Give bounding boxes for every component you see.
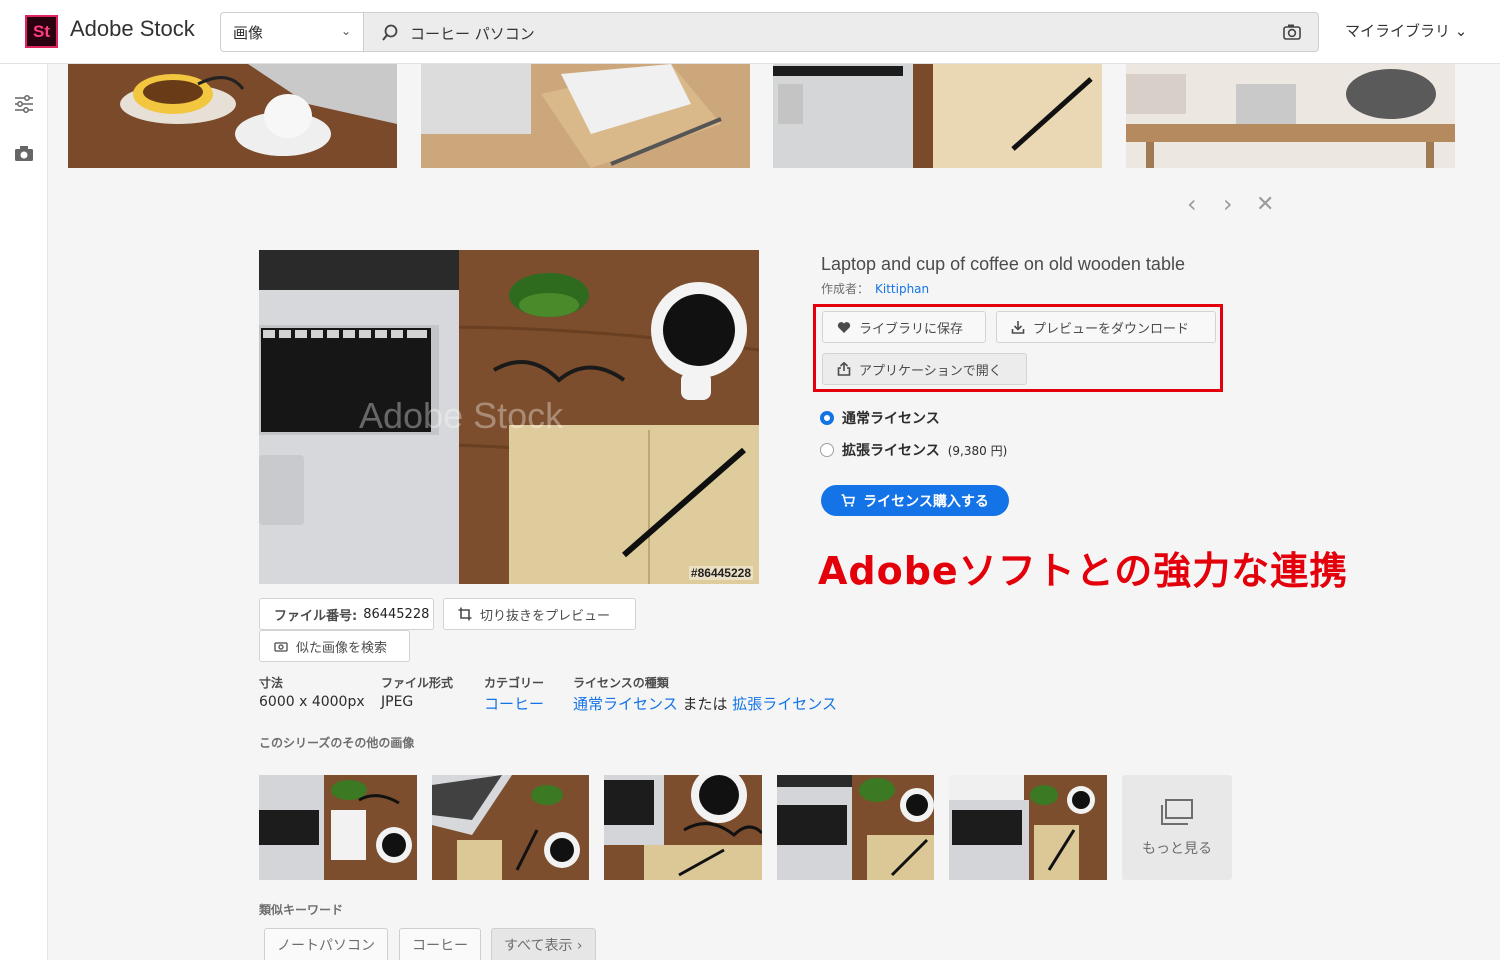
find-similar-button[interactable]: 似た画像を検索 xyxy=(259,630,410,662)
size-value: 6000 x 4000px xyxy=(259,694,365,710)
find-similar-label: 似た画像を検索 xyxy=(296,640,388,656)
series-thumbnail[interactable] xyxy=(432,775,589,880)
crop-preview-label: 切り抜きをプレビュー xyxy=(480,608,611,624)
file-number-value: 86445228 xyxy=(363,606,430,622)
author-row: 作成者： Kittiphan xyxy=(821,280,929,297)
main-preview-image[interactable]: Adobe Stock #86445228 xyxy=(259,250,759,584)
license-standard-link[interactable]: 通常ライセンス xyxy=(573,695,678,713)
file-number-box: ファイル番号: 86445228 xyxy=(259,598,434,630)
adobe-stock-logo[interactable]: St xyxy=(25,15,58,48)
license-type-label: ライセンスの種類 xyxy=(573,676,669,690)
license-extended-option[interactable]: 拡張ライセンス (9,380 円) xyxy=(820,440,1007,460)
content-type-value: 画像 xyxy=(233,23,264,42)
share-icon xyxy=(837,362,851,376)
image-id-tag: #86445228 xyxy=(688,566,753,580)
camera-icon[interactable] xyxy=(12,142,36,166)
license-type-row: 通常ライセンス または 拡張ライセンス xyxy=(573,693,837,714)
license-or-text: または xyxy=(677,695,733,713)
buy-license-label: ライセンス購入する xyxy=(863,493,989,510)
see-more-tile[interactable]: もっと見る xyxy=(1122,775,1232,880)
heart-icon xyxy=(837,321,851,333)
open-in-app-label: アプリケーションで開く xyxy=(859,363,1002,379)
previous-icon[interactable]: ‹ xyxy=(1187,190,1197,218)
keywords-section-title: 類似キーワード xyxy=(259,903,344,917)
download-preview-button[interactable]: プレビューをダウンロード xyxy=(996,311,1216,343)
search-icon[interactable] xyxy=(380,23,400,43)
search-bar xyxy=(363,12,1319,52)
see-more-label: もっと見る xyxy=(1142,840,1212,857)
content-type-select[interactable]: 画像 ⌄ xyxy=(220,12,363,52)
chevron-down-icon: ⌄ xyxy=(340,24,351,38)
keyword-tag[interactable]: コーヒー xyxy=(399,928,481,960)
save-to-library-button[interactable]: ライブラリに保存 xyxy=(822,311,986,343)
result-thumbnail[interactable] xyxy=(773,64,1102,168)
download-icon xyxy=(1011,321,1025,334)
result-thumbnail[interactable] xyxy=(68,64,397,168)
image-title: Laptop and cup of coffee on old wooden t… xyxy=(821,254,1185,274)
result-thumbnail[interactable] xyxy=(1126,64,1455,168)
visual-search-camera-icon[interactable] xyxy=(1282,23,1302,41)
series-thumbnail[interactable] xyxy=(777,775,934,880)
series-section-title: このシリーズのその他の画像 xyxy=(259,736,415,750)
result-thumbnail[interactable] xyxy=(421,64,750,168)
format-label: ファイル形式 xyxy=(381,676,454,690)
series-thumbnail[interactable] xyxy=(604,775,762,880)
format-value: JPEG xyxy=(381,694,414,710)
license-extended-label: 拡張ライセンス xyxy=(842,443,940,459)
keyword-tag[interactable]: ノートパソコン xyxy=(264,928,388,960)
stack-icon xyxy=(1161,798,1193,825)
buy-license-button[interactable]: ライセンス購入する xyxy=(821,485,1009,516)
category-link[interactable]: コーヒー xyxy=(484,693,544,714)
series-thumbnail[interactable] xyxy=(949,775,1107,880)
radio-selected-icon[interactable] xyxy=(820,411,834,425)
file-number-label: ファイル番号: xyxy=(274,608,358,624)
size-label: 寸法 xyxy=(259,676,284,690)
crop-icon xyxy=(458,607,472,621)
save-to-library-label: ライブラリに保存 xyxy=(859,321,964,337)
author-link[interactable]: Kittiphan xyxy=(875,282,929,296)
extended-price: (9,380 円) xyxy=(947,443,1008,458)
category-label: カテゴリー xyxy=(484,676,545,690)
cart-icon xyxy=(841,494,856,507)
next-icon[interactable]: › xyxy=(1223,190,1233,218)
author-label: 作成者： xyxy=(821,282,870,296)
camera-icon xyxy=(274,642,288,652)
app-title[interactable]: Adobe Stock xyxy=(70,16,195,42)
download-preview-label: プレビューをダウンロード xyxy=(1033,321,1190,337)
search-input[interactable] xyxy=(410,19,1250,47)
show-all-keywords-button[interactable]: すべて表示 › xyxy=(491,928,596,960)
license-extended-link[interactable]: 拡張ライセンス xyxy=(732,695,837,713)
close-icon[interactable]: ✕ xyxy=(1256,192,1274,217)
license-standard-option[interactable]: 通常ライセンス xyxy=(820,408,940,428)
open-in-app-button[interactable]: アプリケーションで開く xyxy=(822,353,1027,385)
crop-preview-button[interactable]: 切り抜きをプレビュー xyxy=(443,598,636,630)
license-standard-label: 通常ライセンス xyxy=(842,411,940,427)
annotation-caption: Adobeソフトとの強力な連携 xyxy=(818,549,1349,593)
top-header: St Adobe Stock 画像 ⌄ マイライブラリ ⌄ xyxy=(0,0,1500,64)
radio-unselected-icon[interactable] xyxy=(820,443,834,457)
series-thumbnail[interactable] xyxy=(259,775,417,880)
watermark: Adobe Stock xyxy=(359,395,564,436)
my-library-menu[interactable]: マイライブラリ ⌄ xyxy=(1345,20,1467,41)
left-sidebar xyxy=(0,64,48,960)
filter-sliders-icon[interactable] xyxy=(12,92,36,116)
